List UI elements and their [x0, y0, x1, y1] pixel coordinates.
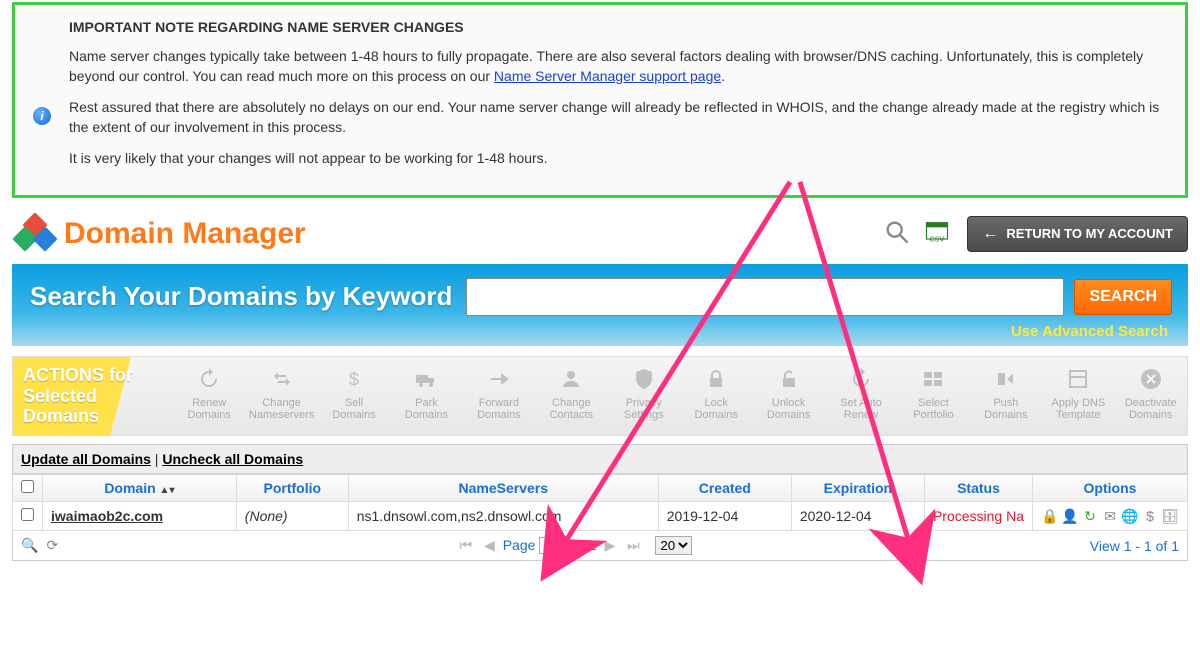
page-label: Page: [503, 537, 536, 553]
cell-domain[interactable]: iwaimaob2c.com: [43, 502, 237, 531]
update-all-link[interactable]: Update all Domains: [21, 451, 151, 467]
search-icon[interactable]: [883, 218, 911, 249]
cell-nameservers: ns1.dnsowl.com,ns2.dnsowl.com: [348, 502, 658, 531]
arrow-left-icon: ←: [982, 225, 998, 243]
select-all-checkbox[interactable]: [21, 480, 34, 493]
notice-title: IMPORTANT NOTE REGARDING NAME SERVER CHA…: [69, 19, 1165, 35]
database-icon[interactable]: 🗄: [1161, 507, 1179, 525]
sort-icon: ▲▾: [160, 485, 175, 496]
cell-expiration: 2020-12-04: [791, 502, 924, 531]
advanced-search-link[interactable]: Use Advanced Search: [1011, 323, 1168, 340]
export-csv-icon[interactable]: CSV: [923, 218, 951, 249]
arrow-right-icon: [465, 365, 533, 393]
person-icon: [537, 365, 605, 393]
row-checkbox[interactable]: [21, 508, 34, 521]
privacy-icon[interactable]: 👤: [1061, 507, 1079, 525]
cell-created: 2019-12-04: [658, 502, 791, 531]
action-unlock-domains[interactable]: UnlockDomains: [752, 357, 824, 435]
col-nameservers[interactable]: NameServers: [348, 475, 658, 502]
page-size-select[interactable]: 20: [655, 536, 692, 555]
action-select-portfolio[interactable]: SelectPortfolio: [897, 357, 969, 435]
info-icon: i: [33, 107, 51, 125]
next-page-button[interactable]: ▶: [604, 537, 615, 553]
action-park-domains[interactable]: ParkDomains: [390, 357, 462, 435]
search-button[interactable]: SEARCH: [1074, 279, 1172, 315]
domain-table: Domain ▲▾ Portfolio NameServers Created …: [12, 474, 1188, 531]
refresh-icon: [175, 365, 243, 393]
cell-portfolio: (None): [236, 502, 348, 531]
swap-icon: [247, 365, 315, 393]
col-domain[interactable]: Domain ▲▾: [43, 475, 237, 502]
globe-icon[interactable]: 🌐: [1121, 507, 1139, 525]
uncheck-all-link[interactable]: Uncheck all Domains: [162, 451, 303, 467]
search-label: Search Your Domains by Keyword: [30, 281, 452, 312]
notice-paragraph-2: Rest assured that there are absolutely n…: [69, 98, 1165, 137]
email-icon[interactable]: ✉: [1101, 507, 1119, 525]
table-pager: 🔍 ⟳ ⏮ ◀ Page of 1 ▶ ⏭ 20 View 1 - 1 of 1: [12, 531, 1188, 561]
push-icon: [972, 365, 1040, 393]
support-page-link[interactable]: Name Server Manager support page: [494, 68, 721, 84]
auto-renew-icon: [827, 365, 895, 393]
logo-icon: [12, 214, 56, 254]
action-sell-domains[interactable]: $SellDomains: [318, 357, 390, 435]
search-small-icon[interactable]: 🔍: [21, 537, 38, 554]
action-apply-dns-template[interactable]: Apply DNSTemplate: [1042, 357, 1114, 435]
action-deactivate-domains[interactable]: DeactivateDomains: [1114, 357, 1186, 435]
dollar-icon: $: [320, 365, 388, 393]
notice-paragraph-1: Name server changes typically take betwe…: [69, 47, 1165, 86]
col-created[interactable]: Created: [658, 475, 791, 502]
action-change-contacts[interactable]: ChangeContacts: [535, 357, 607, 435]
portfolio-icon: [899, 365, 967, 393]
domain-search-bar: Search Your Domains by Keyword SEARCH Us…: [12, 264, 1188, 346]
action-renew-domains[interactable]: RenewDomains: [173, 357, 245, 435]
search-input[interactable]: [466, 278, 1064, 316]
table-bulk-links: Update all Domains | Uncheck all Domains: [12, 444, 1188, 474]
col-status[interactable]: Status: [924, 475, 1032, 502]
truck-icon: [392, 365, 460, 393]
col-expiration[interactable]: Expiration: [791, 475, 924, 502]
prev-page-button[interactable]: ◀: [484, 537, 495, 553]
actions-label: ACTIONS for Selected Domains: [13, 357, 173, 435]
col-portfolio[interactable]: Portfolio: [236, 475, 348, 502]
notice-paragraph-3: It is very likely that your changes will…: [69, 149, 1165, 169]
shield-icon: [610, 365, 678, 393]
action-change-nameservers[interactable]: ChangeNameservers: [245, 357, 317, 435]
actions-toolbar: ACTIONS for Selected Domains RenewDomain…: [12, 356, 1188, 436]
lock-icon[interactable]: 🔒: [1041, 507, 1059, 525]
cell-options: 🔒 👤 ↻ ✉ 🌐 $ 🗄: [1033, 502, 1188, 531]
unlock-icon: [754, 365, 822, 393]
page-input[interactable]: [539, 537, 569, 554]
svg-text:CSV: CSV: [930, 237, 945, 244]
action-push-domains[interactable]: PushDomains: [970, 357, 1042, 435]
last-page-button[interactable]: ⏭: [627, 537, 640, 553]
action-privacy-settings[interactable]: PrivacySettings: [608, 357, 680, 435]
pager-view-label: View 1 - 1 of 1: [1090, 538, 1179, 554]
table-row: iwaimaob2c.com (None) ns1.dnsowl.com,ns2…: [13, 502, 1188, 531]
action-forward-domains[interactable]: ForwardDomains: [463, 357, 535, 435]
page-header: Domain Manager CSV ← RETURN TO MY ACCOUN…: [0, 210, 1200, 264]
domain-table-wrap: Update all Domains | Uncheck all Domains…: [12, 444, 1188, 561]
nameserver-notice: i IMPORTANT NOTE REGARDING NAME SERVER C…: [12, 2, 1188, 198]
renew-icon[interactable]: ↻: [1081, 507, 1099, 525]
svg-text:$: $: [349, 369, 359, 390]
table-header-row: Domain ▲▾ Portfolio NameServers Created …: [13, 475, 1188, 502]
page-title: Domain Manager: [64, 217, 306, 251]
return-to-account-button[interactable]: ← RETURN TO MY ACCOUNT: [967, 216, 1188, 252]
close-circle-icon: [1116, 365, 1184, 393]
template-icon: [1044, 365, 1112, 393]
action-lock-domains[interactable]: LockDomains: [680, 357, 752, 435]
lock-icon: [682, 365, 750, 393]
col-options[interactable]: Options: [1033, 475, 1188, 502]
first-page-button[interactable]: ⏮: [460, 537, 473, 553]
reload-icon[interactable]: ⟳: [46, 537, 58, 554]
cell-status: Processing Na: [924, 502, 1032, 531]
action-set-auto-renew[interactable]: Set AutoRenew: [825, 357, 897, 435]
sell-icon[interactable]: $: [1141, 507, 1159, 525]
page-of-label: of 1: [573, 537, 596, 553]
